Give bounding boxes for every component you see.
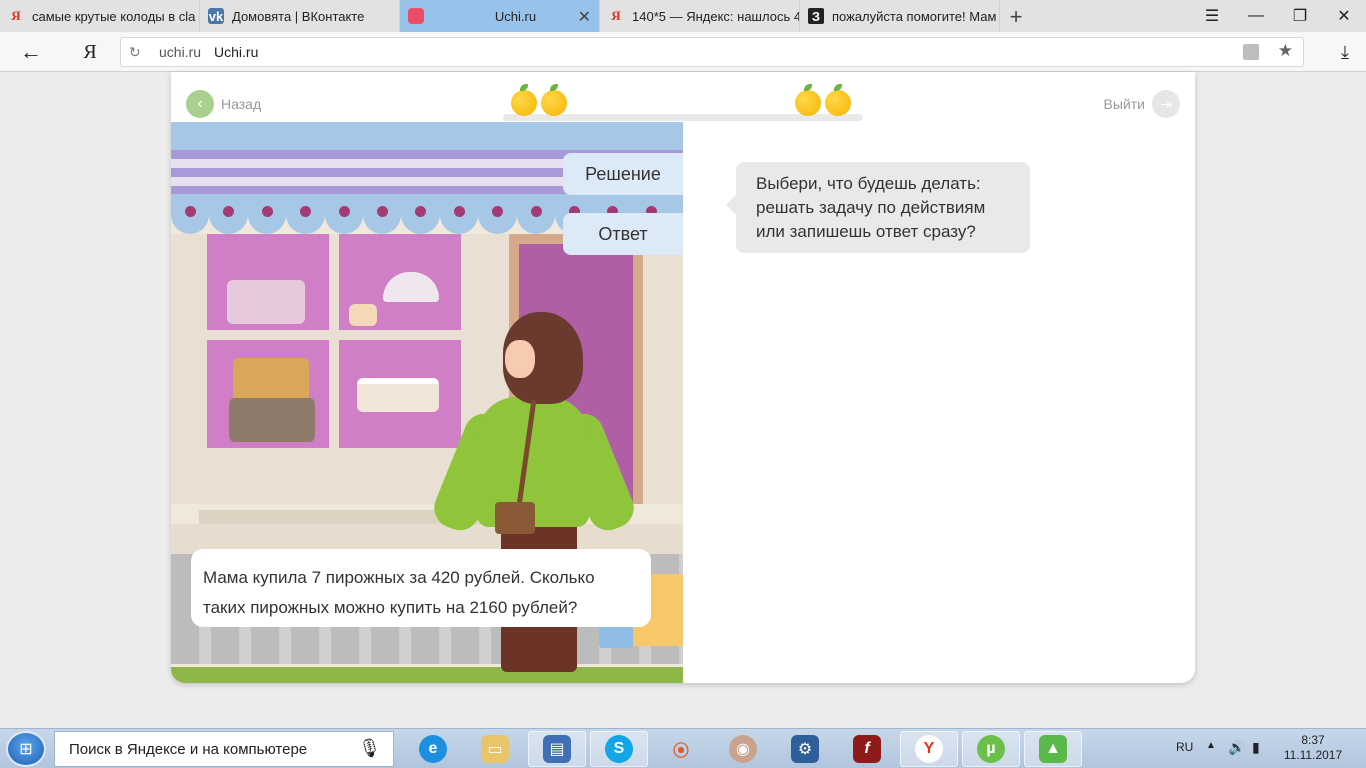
- skype-icon[interactable]: S: [590, 731, 648, 767]
- exit-icon: ⇥: [1152, 90, 1180, 118]
- downloads-icon[interactable]: ⤓: [1334, 40, 1356, 64]
- language-indicator[interactable]: RU: [1176, 740, 1193, 754]
- url-domain: uchi.ru: [159, 44, 202, 60]
- network-icon[interactable]: ▤: [528, 731, 586, 767]
- scallop: [401, 194, 440, 234]
- address-bar: ← Я ↻ uchi.ru Uchi.ru ★ ⤓: [0, 32, 1366, 72]
- tray-chevron-icon[interactable]: ▲: [1206, 740, 1216, 751]
- sky: [171, 122, 683, 150]
- tab-4[interactable]: Я 140*5 — Яндекс: нашлось 4: [600, 0, 800, 32]
- exit-button[interactable]: Выйти ⇥: [1104, 90, 1180, 118]
- bakery-illustration: Мама купила 7 пирожных за 420 рублей. Ск…: [171, 122, 683, 683]
- browser-back-icon[interactable]: ←: [18, 39, 44, 64]
- flash-icon[interactable]: f: [838, 731, 896, 767]
- share-icon[interactable]: ⦿: [652, 731, 710, 767]
- scallop: [209, 194, 248, 234]
- file-explorer-icon[interactable]: ▭: [466, 731, 524, 767]
- reload-icon[interactable]: ↻: [129, 44, 145, 61]
- back-label: Назад: [221, 96, 262, 112]
- clock-time: 8:37: [1301, 733, 1325, 747]
- search-placeholder: Поиск в Яндексе и на компьютере: [69, 740, 308, 758]
- network-tray-icon[interactable]: ▮: [1252, 739, 1260, 756]
- tab-title: самые крутые колоды в cla: [32, 8, 196, 24]
- yandex-home-button[interactable]: Я: [80, 40, 100, 64]
- bookmark-star-icon[interactable]: ★: [1278, 41, 1293, 61]
- tab-title: пожалуйста помогите! Мам: [832, 8, 997, 24]
- scallop: [247, 194, 287, 234]
- problem-text: Мама купила 7 пирожных за 420 рублей. Ск…: [191, 549, 651, 627]
- yandex-icon: Я: [11, 8, 21, 23]
- taskbar: ⊞ Поиск в Яндексе и на компьютере 🎙 e ▭ …: [0, 728, 1366, 768]
- avast-icon[interactable]: ▲: [1024, 731, 1082, 767]
- orange-icon: [795, 84, 821, 116]
- scallop: [171, 194, 210, 234]
- znanija-icon: З: [808, 8, 824, 24]
- start-button[interactable]: ⊞: [6, 731, 46, 767]
- scallop: [362, 194, 402, 234]
- tab-5[interactable]: З пожалуйста помогите! Мам: [800, 0, 1000, 32]
- clock-date: 11.11.2017: [1283, 748, 1343, 762]
- url-page-title: Uchi.ru: [214, 44, 259, 60]
- tab-2[interactable]: vk Домовята | ВКонтакте: [200, 0, 400, 32]
- cake-icon[interactable]: ◉: [714, 731, 772, 767]
- scallop: [439, 194, 479, 234]
- scallop: [324, 194, 363, 234]
- answer-option-button[interactable]: Ответ: [563, 213, 683, 255]
- tab-3-active[interactable]: Uchi.ru ✕: [400, 0, 600, 32]
- close-tab-icon[interactable]: ✕: [578, 7, 591, 27]
- restore-icon[interactable]: ❐: [1278, 0, 1322, 32]
- browser-tab-strip: Я самые крутые колоды в cla vk Домовята …: [0, 0, 1366, 32]
- tab-title: 140*5 — Яндекс: нашлось 4: [632, 8, 799, 24]
- cupcakes-icon: [227, 280, 305, 324]
- url-field[interactable]: ↻ uchi.ru Uchi.ru ★: [120, 37, 1304, 67]
- menu-icon[interactable]: ☰: [1190, 0, 1234, 32]
- tab-1[interactable]: Я самые крутые колоды в cla: [0, 0, 200, 32]
- cupcake-icon: [349, 304, 377, 326]
- settings-icon[interactable]: ⚙: [776, 731, 834, 767]
- new-tab-button[interactable]: +: [1006, 4, 1026, 30]
- internet-explorer-icon[interactable]: e: [404, 731, 462, 767]
- lesson-card: ‹ Назад Выйти ⇥ Мама купила 7 пирожных з…: [171, 72, 1195, 683]
- scallop: [516, 194, 555, 234]
- volume-icon[interactable]: 🔊: [1228, 739, 1245, 756]
- handbag-icon: [495, 502, 535, 534]
- grass: [171, 667, 683, 683]
- microphone-icon[interactable]: 🎙: [358, 738, 381, 759]
- close-window-icon[interactable]: ✕: [1322, 0, 1366, 32]
- tab-title: Uchi.ru: [494, 8, 537, 24]
- minimize-icon[interactable]: —: [1234, 0, 1278, 32]
- scallop: [478, 194, 517, 234]
- clock[interactable]: 8:37 11.11.2017: [1276, 733, 1350, 763]
- bread-crate-icon: [229, 398, 315, 442]
- woman-face: [505, 340, 535, 378]
- protect-icon[interactable]: [1243, 44, 1259, 60]
- uchi-icon: [408, 8, 424, 24]
- instruction-bubble: Выбери, что будешь делать: решать задачу…: [726, 162, 1030, 253]
- tab-title: Домовята | ВКонтакте: [232, 8, 365, 24]
- back-button[interactable]: ‹ Назад: [186, 90, 261, 118]
- orange-icon: [541, 84, 567, 116]
- utorrent-icon[interactable]: µ: [962, 731, 1020, 767]
- exit-label: Выйти: [1103, 96, 1145, 112]
- vk-icon: vk: [208, 8, 224, 24]
- yandex-icon: Я: [611, 8, 621, 23]
- orange-icon: [825, 84, 851, 116]
- taskbar-search-input[interactable]: Поиск в Яндексе и на компьютере 🎙: [54, 731, 394, 767]
- yandex-browser-icon[interactable]: Y: [900, 731, 958, 767]
- scallop: [286, 194, 325, 234]
- chevron-left-icon: ‹: [186, 90, 214, 118]
- solution-option-button[interactable]: Решение: [563, 153, 683, 195]
- layer-cake-icon: [357, 378, 439, 412]
- orange-icon: [511, 84, 537, 116]
